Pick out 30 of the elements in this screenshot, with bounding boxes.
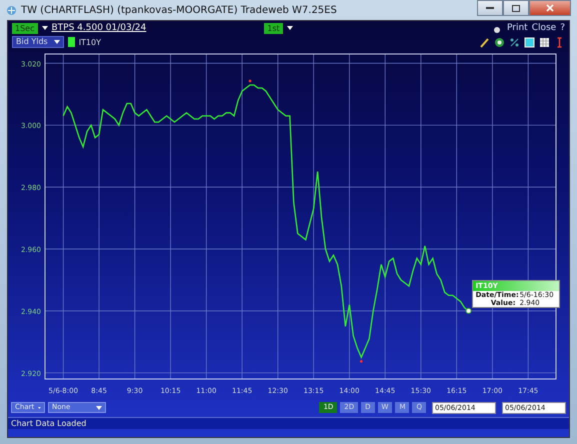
caret-icon[interactable] bbox=[42, 26, 48, 30]
close-button[interactable] bbox=[529, 0, 571, 16]
minimize-button[interactable] bbox=[477, 0, 503, 16]
square-icon[interactable] bbox=[524, 36, 535, 48]
pencil-icon[interactable] bbox=[479, 36, 490, 48]
measure-dropdown[interactable]: Bid Ylds bbox=[12, 36, 64, 48]
maximize-button[interactable] bbox=[503, 0, 529, 16]
toolbar-link[interactable]: Print bbox=[506, 23, 528, 33]
high-marker bbox=[248, 80, 252, 82]
grid-icon[interactable] bbox=[539, 36, 550, 48]
tab-tag[interactable]: 1st bbox=[264, 22, 283, 34]
legend-label: IT10Y bbox=[78, 38, 101, 46]
point-marker[interactable] bbox=[466, 308, 472, 314]
maximize-icon bbox=[512, 4, 520, 12]
minimize-icon bbox=[486, 6, 494, 10]
percent-icon[interactable] bbox=[509, 36, 520, 48]
caret-icon[interactable] bbox=[286, 26, 293, 30]
caret-icon bbox=[96, 406, 102, 410]
caret-icon bbox=[54, 40, 60, 44]
instrument-link[interactable]: BTPS 4.500 01/03/24 bbox=[52, 23, 146, 33]
refresh-icon[interactable] bbox=[494, 36, 505, 48]
low-marker bbox=[360, 360, 363, 363]
toolbar-link[interactable]: Close bbox=[532, 23, 556, 33]
close-icon bbox=[546, 4, 554, 12]
status-bar: Chart Data Loaded bbox=[8, 417, 569, 429]
app-icon bbox=[6, 4, 17, 16]
toolbar-link[interactable]: ? bbox=[560, 23, 565, 33]
window-title: TW (CHARTFLASH) (tpankovas-MOORGATE) Tradeweb W7.25ES bbox=[21, 4, 338, 16]
interval-tag[interactable]: 1Sec bbox=[12, 22, 38, 34]
caret-icon bbox=[38, 406, 41, 410]
